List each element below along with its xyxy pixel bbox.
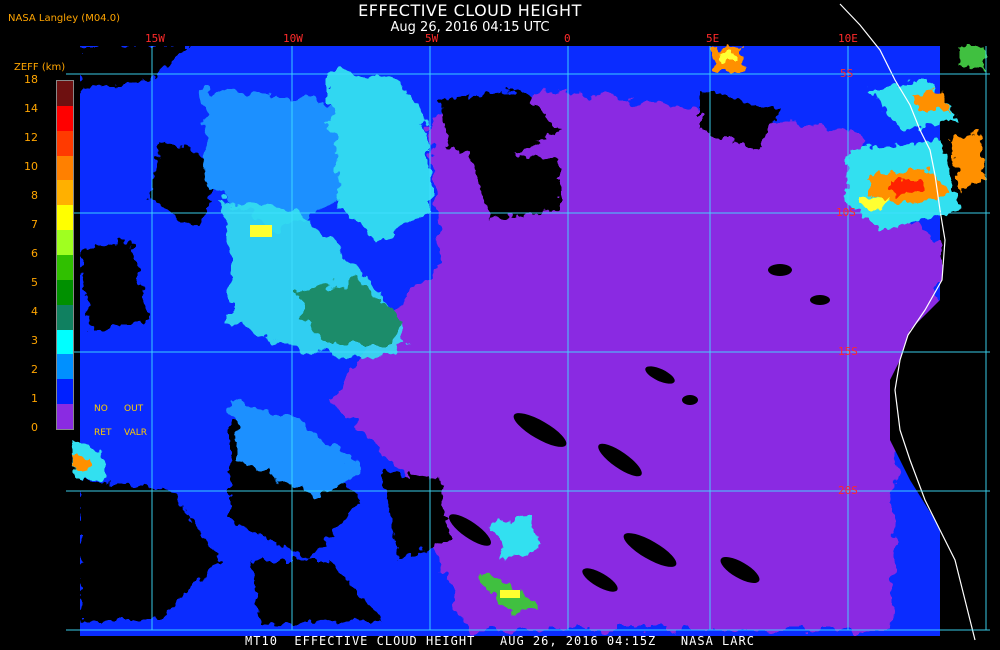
footer-caption: MT10 EFFECTIVE CLOUD HEIGHT AUG 26, 2016…: [245, 634, 755, 648]
colorbar-segment: [57, 155, 73, 181]
colorbar-segment: [57, 105, 73, 132]
lat-label: 10S: [836, 206, 856, 219]
map-subtitle: Aug 26, 2016 04:15 UTC: [390, 20, 550, 35]
colorbar-segment: [57, 329, 73, 355]
colorbar-tick-label: 4: [31, 305, 38, 318]
colorbar-segment: [57, 230, 73, 256]
colorbar-tick-label: 1: [31, 392, 38, 405]
cloud-height-map: [66, 3, 1000, 641]
lon-label: 0: [564, 32, 571, 45]
lat-label: 20S: [838, 484, 858, 497]
out-of-range-label: OUT: [124, 404, 144, 414]
colorbar-segment: [57, 379, 73, 405]
lon-label: 15W: [145, 32, 165, 45]
colorbar-tick-label: 2: [31, 363, 38, 376]
colorbar-tick-label: 7: [31, 218, 38, 231]
colorbar-tick-label: 6: [31, 247, 38, 260]
colorbar-tick-label: 8: [31, 189, 38, 202]
no-retrieval-label: NO: [94, 404, 108, 414]
lon-label: 10E: [838, 32, 858, 45]
colorbar-segment: [57, 354, 73, 380]
colorbar-segment: [57, 205, 73, 231]
out-of-range-label: VALR: [124, 428, 148, 438]
colorbar-segment: [57, 180, 73, 206]
colorbar-segment: [57, 255, 73, 281]
no-retrieval-label: RET: [94, 428, 112, 438]
colorbar-segment: [57, 304, 73, 331]
colorbar-title: ZEFF (km): [14, 62, 66, 73]
colorbar-tick-label: 10: [24, 160, 38, 173]
colorbar-tick-label: 5: [31, 276, 38, 289]
colorbar-tick-label: 0: [31, 421, 38, 434]
colorbar-tick-label: 18: [24, 73, 38, 86]
colorbar-tick-label: 14: [24, 102, 38, 115]
lon-label: 10W: [283, 32, 303, 45]
lat-label: 5S: [840, 67, 854, 80]
map-title: EFFECTIVE CLOUD HEIGHT: [358, 1, 582, 20]
colorbar-tick-label: 12: [24, 131, 38, 144]
cloud-field: [66, 46, 1000, 640]
lat-label: 15S: [838, 345, 858, 358]
lon-label: 5E: [706, 32, 720, 45]
colorbar: [56, 80, 74, 430]
colorbar-segment: [57, 279, 73, 306]
colorbar-segment: [57, 130, 73, 157]
lon-label: 5W: [425, 32, 439, 45]
colorbar-tick-label: 3: [31, 334, 38, 347]
colorbar-segment: [57, 81, 73, 107]
colorbar-segment: [57, 404, 73, 430]
